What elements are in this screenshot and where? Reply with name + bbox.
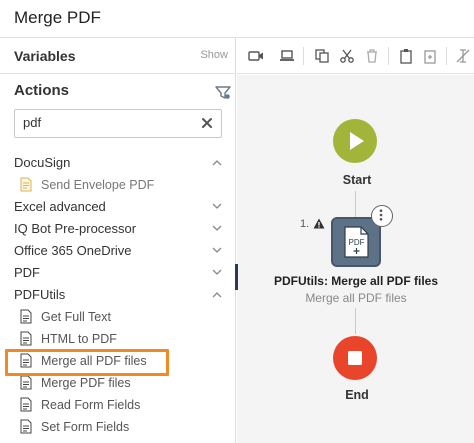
category-iq-bot[interactable]: IQ Bot Pre-processor [0,218,236,240]
toolbar-divider [388,47,389,65]
action-label: HTML to PDF [41,332,117,346]
chevron-down-icon[interactable] [212,269,222,276]
more-options-button[interactable] [371,205,393,227]
start-node[interactable] [333,119,377,163]
end-label: End [345,388,369,402]
action-label: Merge PDF files [41,376,131,390]
category-docusign[interactable]: DocuSign [0,152,236,174]
search-box[interactable] [14,109,222,138]
toolbar-divider [303,47,304,65]
left-pane: Variables Show Actions DocuSign Send Env… [0,38,236,443]
pdf-icon-text: PDF [349,238,365,247]
action-label: Read Form Fields [41,398,141,412]
action-read-form-fields[interactable]: Read Form Fields [0,394,236,416]
cut-icon[interactable] [339,48,355,64]
panel-resize-handle[interactable] [235,264,238,290]
chevron-down-icon[interactable] [212,225,222,232]
record-icon[interactable] [248,48,264,64]
actions-heading: Actions [14,82,70,99]
more-vertical-icon [379,209,383,221]
category-label: IQ Bot Pre-processor [14,221,137,236]
show-variables-link[interactable]: Show [200,49,228,61]
category-label: Office 365 OneDrive [14,243,132,258]
clipboard-icon[interactable] [398,48,414,64]
category-label: DocuSign [14,155,71,170]
delete-icon[interactable] [364,48,380,64]
paste-icon[interactable] [422,48,438,64]
action-label: Send Envelope PDF [41,178,155,192]
search-input[interactable] [23,115,193,130]
window-title: Merge PDF [14,8,101,27]
node-title: PDFUtils: Merge all PDF files [273,274,439,288]
envelope-document-icon [20,177,32,192]
node-subtitle: Merge all PDF files [305,291,407,305]
category-label: Excel advanced [14,199,106,214]
flow-pane: Start 1. PDF PDFUtils: Merge all PDF fil… [237,38,474,443]
action-label: Get Full Text [41,310,111,324]
action-set-form-fields[interactable]: Set Form Fields [0,416,236,438]
chevron-down-icon[interactable] [212,247,222,254]
close-icon[interactable] [200,116,214,130]
action-send-envelope-pdf[interactable]: Send Envelope PDF [0,174,236,196]
document-icon [20,375,32,390]
category-label: PDFUtils [14,287,66,302]
actions-list: DocuSign Send Envelope PDF Excel advance… [0,152,236,438]
chevron-up-icon[interactable] [212,159,222,166]
play-icon [350,132,364,150]
variables-section[interactable]: Variables Show [0,38,236,74]
document-icon [20,331,32,346]
end-node[interactable] [333,336,377,380]
pdf-file-icon: PDF [344,226,369,258]
disable-icon[interactable] [455,48,471,64]
action-get-full-text[interactable]: Get Full Text [0,306,236,328]
category-pdfutils[interactable]: PDFUtils [0,284,236,306]
action-html-to-pdf[interactable]: HTML to PDF [0,328,236,350]
copy-icon[interactable] [314,48,330,64]
category-pdf[interactable]: PDF [0,262,236,284]
connector-line [355,308,356,334]
toolbar-divider [446,47,447,65]
action-label: Set Form Fields [41,420,130,434]
chevron-up-icon[interactable] [212,291,222,298]
category-excel-advanced[interactable]: Excel advanced [0,196,236,218]
selection-highlight [5,349,169,376]
variables-label: Variables [14,48,76,64]
flow-canvas[interactable]: Start 1. PDF PDFUtils: Merge all PDF fil… [237,75,474,443]
chevron-down-icon[interactable] [212,203,222,210]
start-label: Start [342,173,372,187]
step-number: 1. [300,218,310,230]
stop-icon [348,351,362,365]
category-label: PDF [14,265,40,280]
laptop-icon[interactable] [279,48,295,64]
connector-line [355,191,356,217]
document-icon [20,309,32,324]
flow-toolbar [237,38,474,74]
document-icon [20,397,32,412]
warning-icon[interactable] [313,218,325,229]
title-bar: Merge PDF [0,0,474,38]
category-onedrive[interactable]: Office 365 OneDrive [0,240,236,262]
document-icon [20,419,32,434]
filter-icon[interactable] [215,84,231,100]
